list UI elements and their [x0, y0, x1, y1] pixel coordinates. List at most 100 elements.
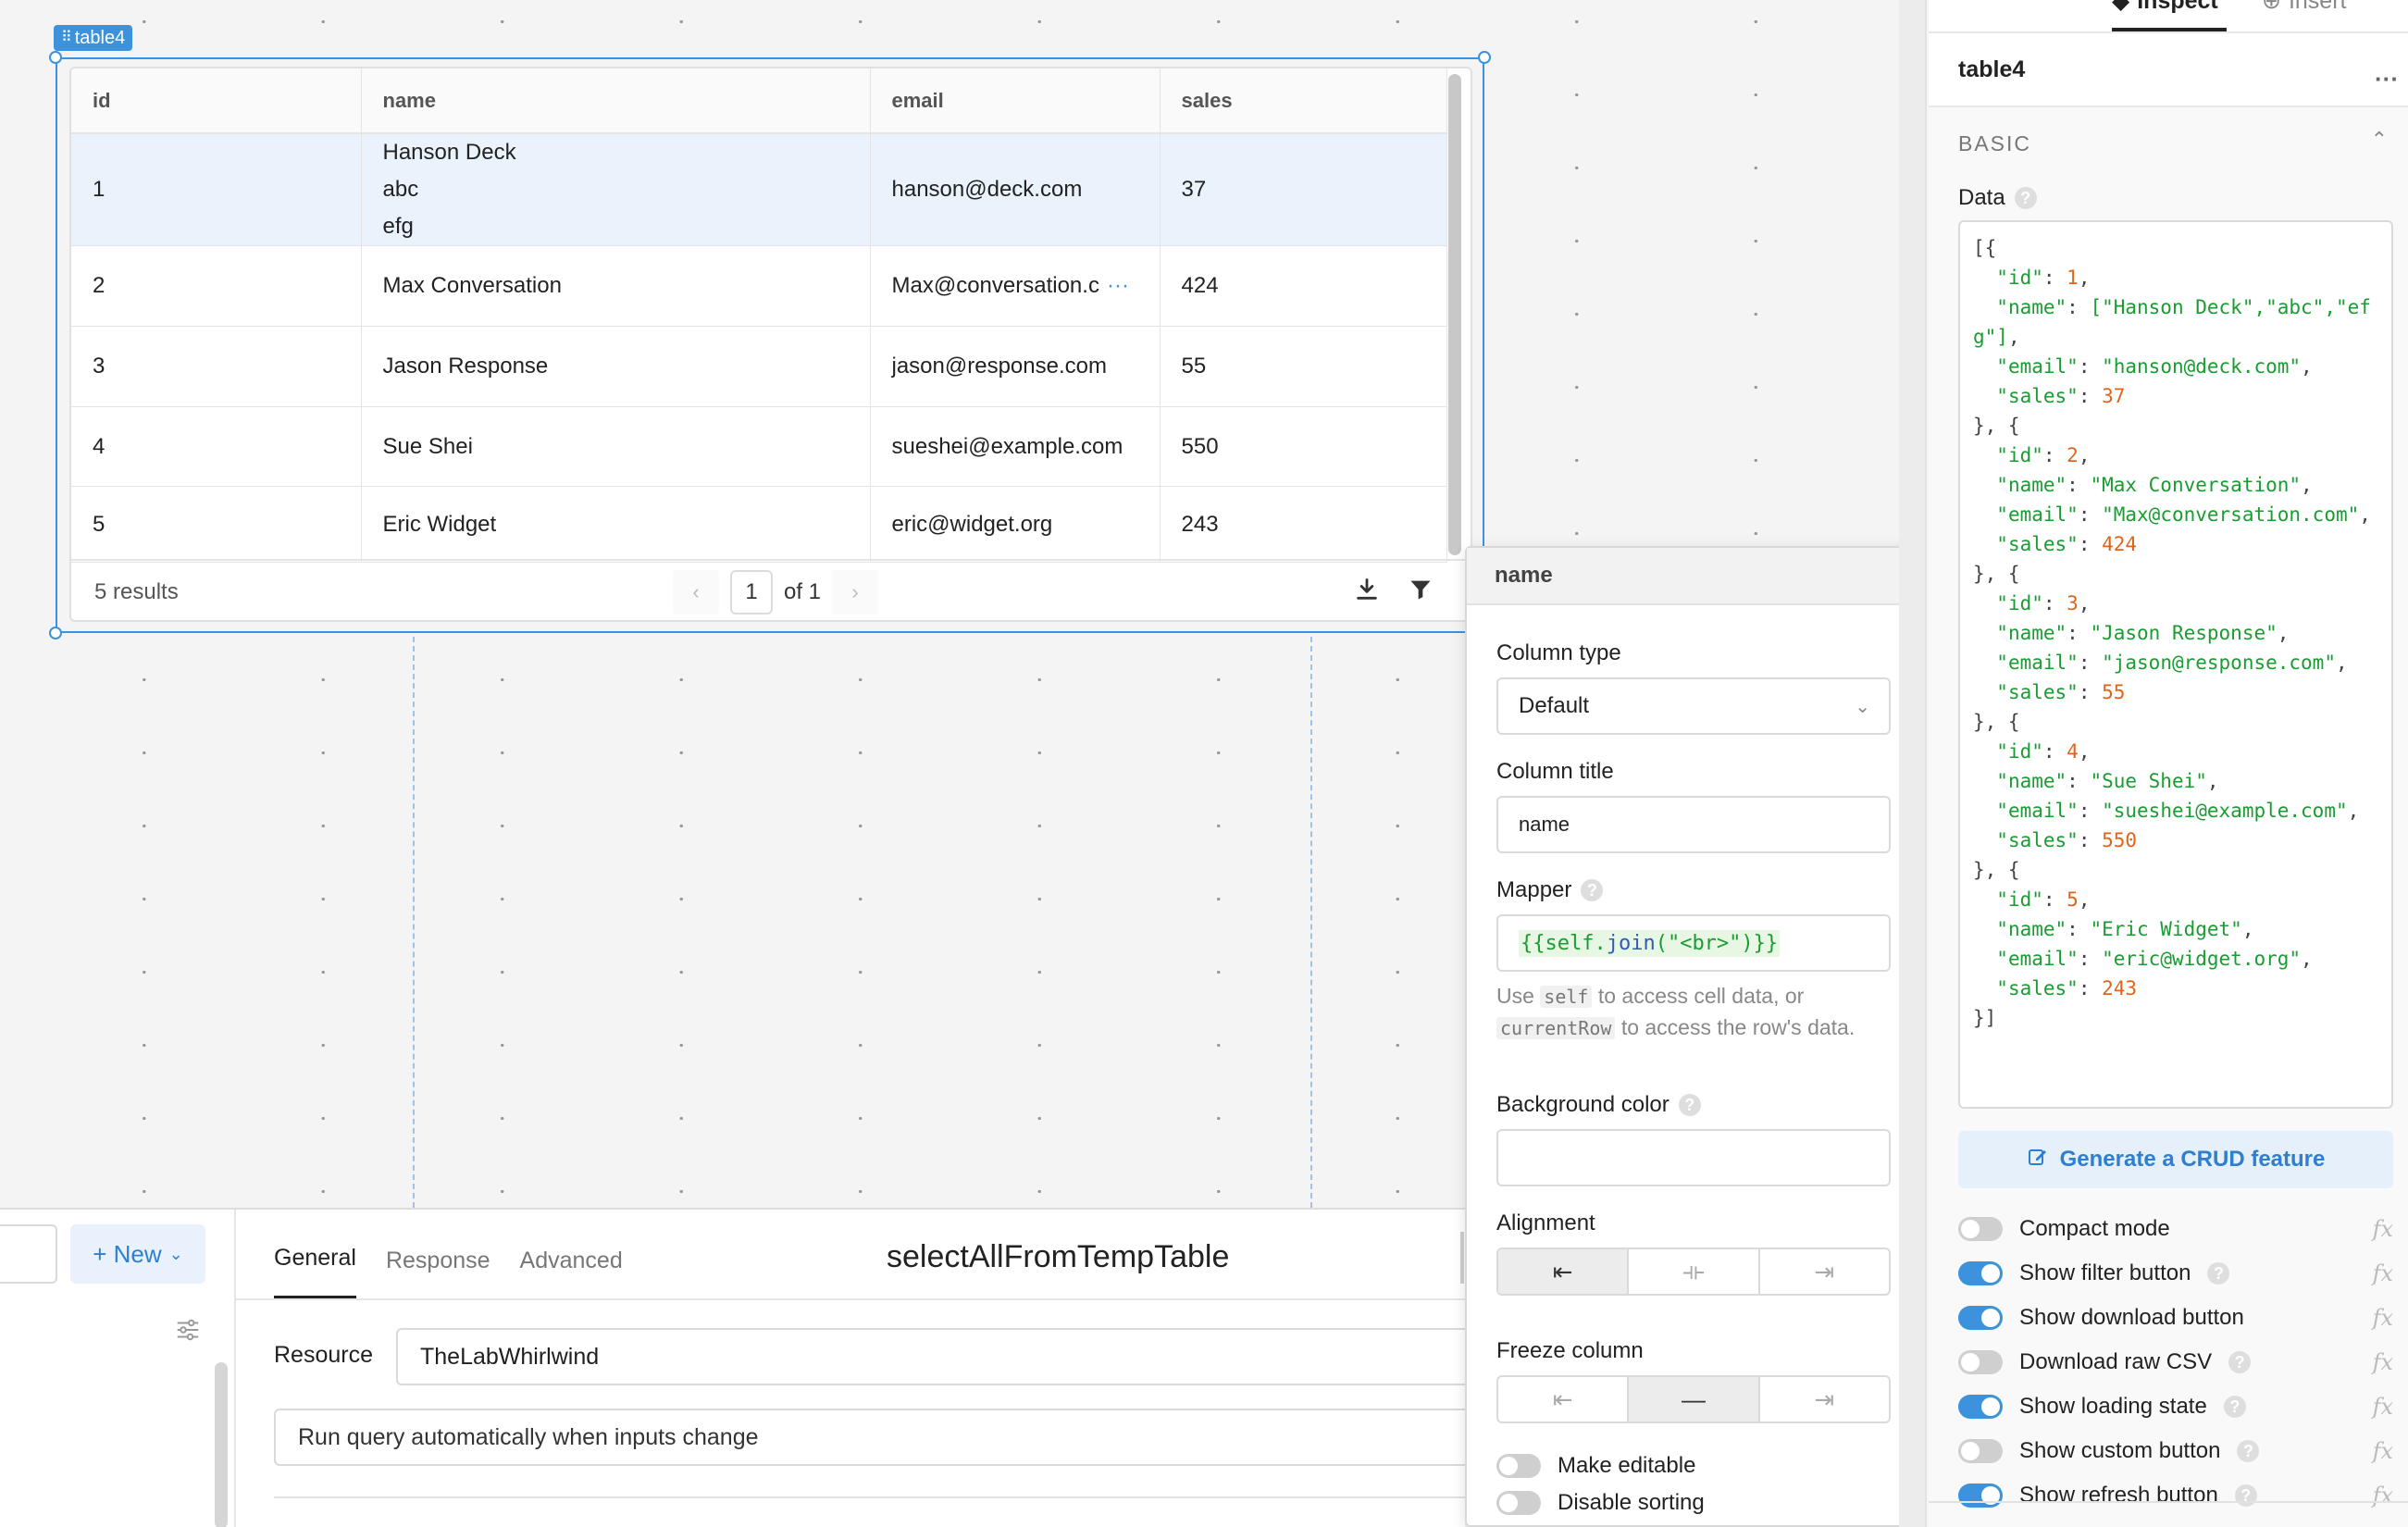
toggle-switch[interactable]: [1958, 1439, 2003, 1463]
table-scrollbar[interactable]: [1448, 74, 1461, 555]
background-color-input[interactable]: [1496, 1129, 1891, 1186]
resize-handle[interactable]: [49, 627, 62, 639]
fx-icon[interactable]: fx: [2373, 1305, 2393, 1331]
option-toggle-row[interactable]: Download raw CSV? fx: [1958, 1344, 2393, 1381]
table-cell[interactable]: Eric Widget: [361, 486, 871, 563]
more-icon[interactable]: ···: [2375, 65, 2399, 93]
table-row[interactable]: 2 Max Conversation Max@conversation.c ···…: [71, 245, 1447, 327]
toggle-switch[interactable]: [1958, 1484, 2003, 1508]
table-row[interactable]: 3 Jason Response jason@response.com 55: [71, 326, 1447, 407]
fx-icon[interactable]: fx: [2373, 1483, 2393, 1508]
table-cell[interactable]: Sue Shei: [361, 406, 871, 487]
table-row[interactable]: 4 Sue Shei sueshei@example.com 550: [71, 406, 1447, 487]
column-title-input[interactable]: name: [1496, 796, 1891, 853]
table-cell[interactable]: Jason Response: [361, 326, 871, 407]
resize-handle[interactable]: [49, 51, 62, 64]
query-list-scrollbar[interactable]: [215, 1362, 228, 1527]
component-name[interactable]: table4: [1958, 56, 2025, 83]
align-right-icon[interactable]: ⇥: [1760, 1249, 1889, 1294]
table-cell[interactable]: eric@widget.org: [870, 486, 1161, 563]
align-center-icon[interactable]: ⟛: [1629, 1249, 1760, 1294]
table-cell[interactable]: 4: [71, 406, 362, 487]
table-cell[interactable]: 424: [1160, 245, 1447, 327]
page-number-input[interactable]: 1: [730, 570, 773, 615]
table-row[interactable]: 1 Hanson Deck abc efg hanson@deck.com 37: [71, 133, 1447, 246]
table-cell[interactable]: jason@response.com: [870, 326, 1161, 407]
table-cell[interactable]: Hanson Deck abc efg: [361, 133, 871, 246]
table-cell[interactable]: 550: [1160, 406, 1447, 487]
help-icon[interactable]: ?: [2223, 1396, 2246, 1418]
new-query-button[interactable]: + New ⌄: [70, 1224, 205, 1284]
sliders-icon[interactable]: [174, 1316, 202, 1348]
toggle-switch[interactable]: [1496, 1491, 1541, 1515]
table-cell[interactable]: sueshei@example.com: [870, 406, 1161, 487]
freeze-right-icon[interactable]: ⇥: [1760, 1377, 1889, 1421]
next-page-button[interactable]: ›: [832, 570, 879, 615]
column-header-sales[interactable]: sales: [1160, 68, 1447, 134]
toggle-switch[interactable]: [1958, 1350, 2003, 1374]
option-toggle-row[interactable]: Show filter button? fx: [1958, 1255, 2393, 1292]
fx-icon[interactable]: fx: [2373, 1349, 2393, 1375]
help-icon[interactable]: ?: [1678, 1094, 1701, 1116]
fx-icon[interactable]: fx: [2373, 1260, 2393, 1286]
filter-icon[interactable]: [1408, 577, 1434, 609]
tab-insert[interactable]: ⊕ Insert: [2262, 0, 2346, 15]
chevron-up-icon[interactable]: ⌃: [2371, 128, 2388, 152]
freeze-none-icon[interactable]: —: [1629, 1377, 1760, 1421]
option-toggle-row[interactable]: Show download button fx: [1958, 1299, 2393, 1336]
data-code-editor[interactable]: [{ "id": 1, "name": ["Hanson Deck","abc"…: [1958, 220, 2393, 1109]
option-toggle-row[interactable]: Show loading state? fx: [1958, 1388, 2393, 1425]
table-cell[interactable]: 3: [71, 326, 362, 407]
table-cell[interactable]: 55: [1160, 326, 1447, 407]
table-cell[interactable]: Max@conversation.c ···: [870, 245, 1161, 327]
table-cell[interactable]: 243: [1160, 486, 1447, 563]
column-type-select[interactable]: Default ⌄: [1496, 677, 1891, 735]
table-cell[interactable]: Max Conversation: [361, 245, 871, 327]
table-cell[interactable]: 37: [1160, 133, 1447, 246]
generate-crud-button[interactable]: Generate a CRUD feature: [1958, 1131, 2393, 1188]
widget-tag[interactable]: ⠿ table4: [54, 25, 133, 51]
run-trigger-select[interactable]: Run query automatically when inputs chan…: [274, 1409, 1470, 1466]
query-title[interactable]: selectAllFromTempTable: [887, 1239, 1229, 1275]
table-cell[interactable]: 1: [71, 133, 362, 246]
resource-select[interactable]: TheLabWhirlwind: [396, 1328, 1470, 1385]
mapper-input[interactable]: {{self.join("<br>")}}: [1496, 914, 1891, 972]
disable-sorting-toggle[interactable]: Disable sorting: [1496, 1490, 1705, 1516]
option-toggle-row[interactable]: Show refresh button? fx: [1958, 1477, 2393, 1514]
table-cell[interactable]: hanson@deck.com: [870, 133, 1161, 246]
help-icon[interactable]: ?: [2014, 187, 2037, 209]
resize-handle[interactable]: [1478, 51, 1491, 64]
toggle-switch[interactable]: [1496, 1454, 1541, 1478]
table-row[interactable]: 5 Eric Widget eric@widget.org 243: [71, 486, 1447, 563]
toggle-switch[interactable]: [1958, 1306, 2003, 1330]
fx-icon[interactable]: fx: [2373, 1438, 2393, 1464]
fx-icon[interactable]: fx: [2373, 1216, 2393, 1242]
fx-icon[interactable]: fx: [2373, 1394, 2393, 1420]
table-cell[interactable]: 2: [71, 245, 362, 327]
overflow-icon[interactable]: ···: [1107, 273, 1129, 298]
freeze-left-icon[interactable]: ⇤: [1498, 1377, 1630, 1421]
option-toggle-row[interactable]: Compact mode fx: [1958, 1210, 2393, 1248]
toggle-switch[interactable]: [1958, 1261, 2003, 1285]
column-header-name[interactable]: name: [361, 68, 871, 134]
option-toggle-row[interactable]: Show custom button? fx: [1958, 1433, 2393, 1470]
drag-handle-icon[interactable]: ⠿: [61, 25, 72, 51]
column-header-id[interactable]: id: [71, 68, 362, 134]
column-header-email[interactable]: email: [870, 68, 1161, 134]
tab-inspect[interactable]: ◆ Inspect: [2112, 0, 2218, 15]
download-icon[interactable]: [1354, 577, 1380, 609]
help-icon[interactable]: ?: [2207, 1262, 2230, 1285]
help-icon[interactable]: ?: [1581, 879, 1604, 901]
align-left-icon[interactable]: ⇤: [1498, 1249, 1630, 1294]
help-icon[interactable]: ?: [2228, 1351, 2252, 1373]
tab-response[interactable]: Response: [386, 1248, 490, 1298]
help-icon[interactable]: ?: [2237, 1440, 2260, 1462]
tab-advanced[interactable]: Advanced: [520, 1248, 623, 1298]
query-search-input[interactable]: [0, 1224, 57, 1284]
toggle-switch[interactable]: [1958, 1217, 2003, 1241]
tab-general[interactable]: General: [274, 1245, 356, 1298]
section-title[interactable]: BASIC: [1958, 131, 2031, 156]
table-cell[interactable]: 5: [71, 486, 362, 563]
toggle-switch[interactable]: [1958, 1395, 2003, 1419]
make-editable-toggle[interactable]: Make editable: [1496, 1453, 1695, 1479]
